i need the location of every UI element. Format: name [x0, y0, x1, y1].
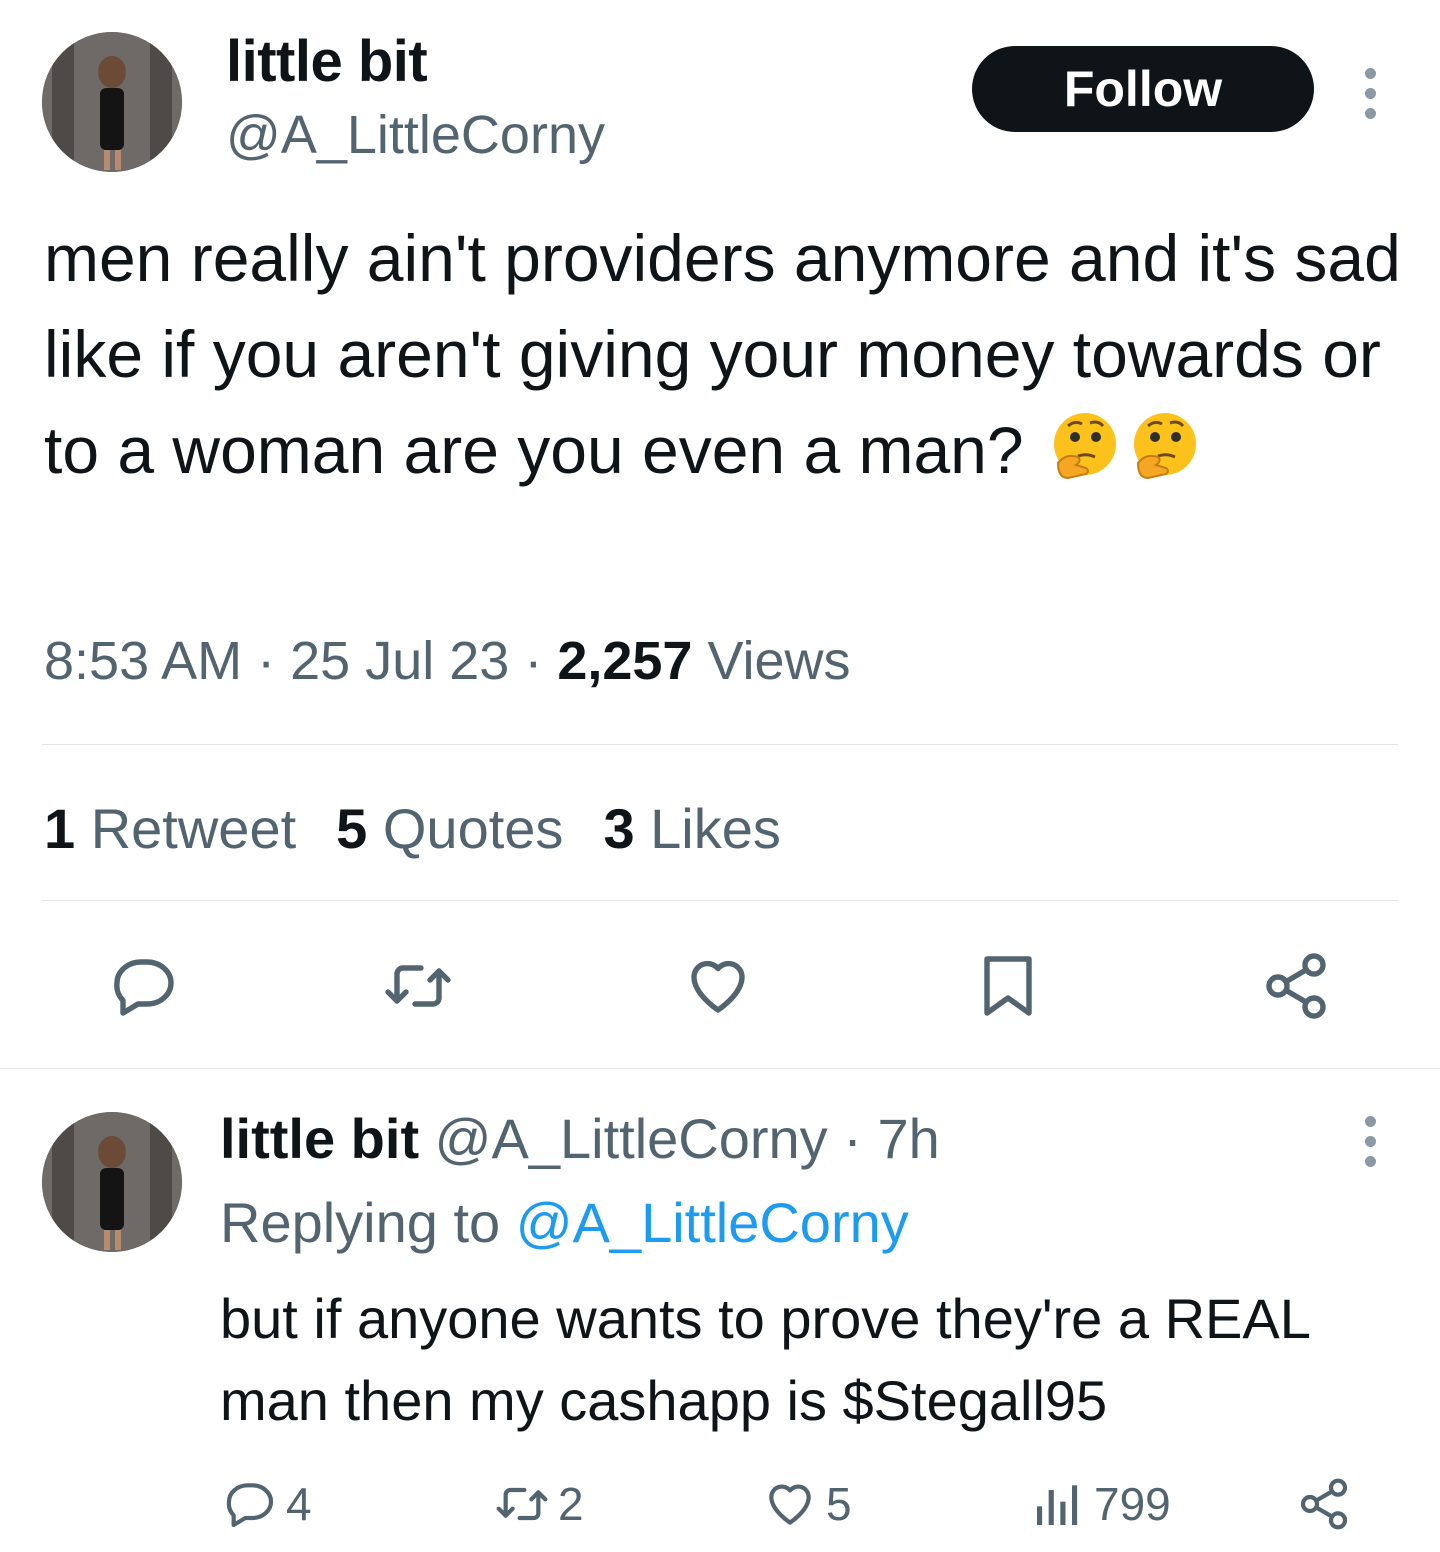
retweet-icon	[496, 1487, 548, 1521]
author-name[interactable]: little bit	[226, 28, 428, 95]
reply-views-action[interactable]: 799	[1030, 1474, 1171, 1534]
reply-retweets-count: 2	[558, 1478, 584, 1530]
quotes-label: Quotes	[382, 797, 564, 860]
reply-author-avatar[interactable]	[42, 1112, 182, 1252]
replying-to-mention[interactable]: @A_LittleCorny	[516, 1191, 909, 1254]
tweet-metadata: 8:53 AM · 25 Jul 23 · 2,257 Views	[44, 630, 851, 692]
divider	[0, 1068, 1440, 1069]
reply-author-name[interactable]: little bit	[220, 1107, 419, 1170]
quotes-count: 5	[336, 797, 368, 860]
thinking-face-emoji-icon	[1128, 409, 1202, 483]
bookmark-icon[interactable]	[972, 950, 1044, 1022]
retweets-stat[interactable]: 1 Retweet	[44, 797, 296, 860]
divider	[42, 744, 1398, 745]
replying-to: Replying to @A_LittleCorny	[220, 1190, 909, 1255]
reply-reply-action[interactable]: 4	[222, 1474, 312, 1534]
views-chart-icon	[1037, 1485, 1078, 1525]
reply-retweet-action[interactable]: 2	[494, 1474, 584, 1534]
like-icon[interactable]	[682, 950, 754, 1022]
retweet-icon[interactable]	[382, 950, 454, 1022]
likes-count: 3	[603, 797, 635, 860]
quotes-stat[interactable]: 5 Quotes	[336, 797, 563, 860]
reply-like-action[interactable]: 5	[762, 1474, 852, 1534]
like-icon	[769, 1484, 811, 1525]
reply-replies-count: 4	[286, 1478, 312, 1530]
reply-header: little bit @A_LittleCorny · 7h	[220, 1106, 940, 1171]
replying-to-label: Replying to	[220, 1191, 501, 1254]
meta-separator: ·	[524, 631, 558, 691]
tweet-date[interactable]: 25 Jul 23	[290, 631, 509, 691]
more-options-icon[interactable]	[1358, 68, 1382, 119]
reply-icon[interactable]	[108, 950, 180, 1022]
share-icon	[1300, 1478, 1348, 1530]
likes-label: Likes	[650, 797, 781, 860]
retweets-count: 1	[44, 797, 76, 860]
thinking-face-emoji-icon	[1048, 409, 1122, 483]
engagement-stats: 1 Retweet 5 Quotes 3 Likes	[44, 796, 821, 861]
share-icon[interactable]	[1260, 950, 1332, 1022]
retweets-label: Retweet	[90, 797, 297, 860]
views-label: Views	[707, 631, 851, 691]
reply-share-action[interactable]	[1296, 1474, 1352, 1534]
reply-likes-count: 5	[826, 1478, 852, 1530]
reply-author-handle[interactable]: @A_LittleCorny	[435, 1107, 828, 1170]
reply-separator: ·	[843, 1107, 862, 1170]
reply-age[interactable]: 7h	[877, 1107, 939, 1170]
reply-views-count: 799	[1094, 1478, 1171, 1530]
meta-separator: ·	[257, 631, 291, 691]
author-handle[interactable]: @A_LittleCorny	[226, 104, 605, 166]
likes-stat[interactable]: 3 Likes	[603, 797, 780, 860]
views-count: 2,257	[557, 631, 693, 691]
tweet-time[interactable]: 8:53 AM	[44, 631, 242, 691]
reply-icon	[226, 1483, 274, 1528]
reply-text: but if anyone wants to prove they're a R…	[220, 1287, 1309, 1432]
tweet-text: men really ain't providers anymore and i…	[44, 210, 1404, 498]
divider	[42, 900, 1398, 901]
reply-more-options-icon[interactable]	[1358, 1116, 1382, 1167]
follow-button[interactable]: Follow	[972, 46, 1314, 132]
author-avatar[interactable]	[42, 32, 182, 172]
